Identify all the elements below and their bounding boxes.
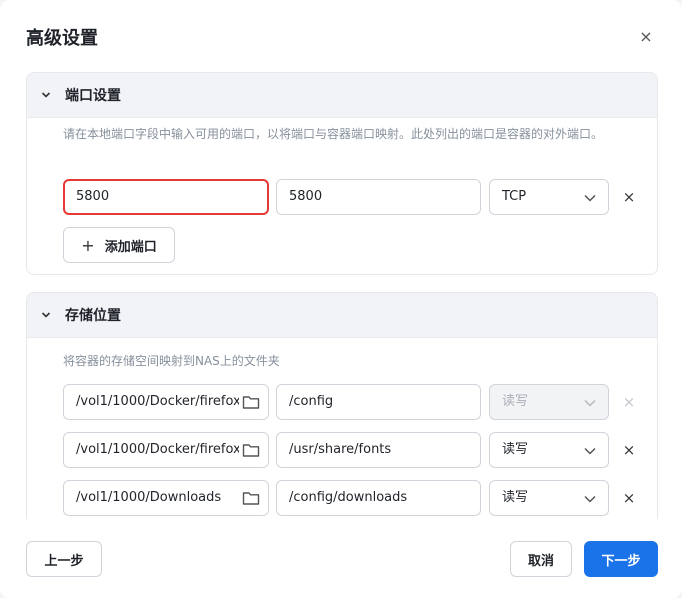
select-arrow-icon: [584, 447, 596, 455]
chevron-down-icon: [41, 312, 51, 318]
add-port-button[interactable]: + 添加端口: [63, 227, 175, 263]
container-path-value: /config/downloads: [289, 490, 408, 505]
mode-value: 读写: [502, 490, 529, 505]
host-path-value: /vol1/1000/Docker/firefox: [76, 394, 239, 409]
remove-port-button[interactable]: ×: [621, 189, 637, 205]
close-icon[interactable]: ×: [636, 27, 656, 47]
local-port-value: 5800: [76, 189, 110, 204]
container-path-input[interactable]: /config: [276, 384, 481, 420]
folder-icon[interactable]: [242, 490, 260, 506]
mode-select[interactable]: 读写: [489, 480, 609, 516]
folder-icon[interactable]: [242, 442, 260, 458]
select-arrow-icon: [584, 194, 596, 202]
dialog-content: 端口设置 请在本地端口字段中输入可用的端口，以将端口与容器端口映射。此处列出的端…: [26, 72, 658, 519]
next-step-button[interactable]: 下一步: [584, 541, 658, 577]
mode-value: 读写: [502, 394, 529, 409]
add-port-label: 添加端口: [104, 239, 157, 255]
container-path-value: /config: [289, 394, 334, 409]
host-path-value: /vol1/1000/Docker/firefox: [76, 442, 239, 457]
storage-description: 将容器的存储空间映射到NAS上的文件夹: [63, 354, 280, 368]
advanced-settings-dialog: 高级设置 × 端口设置 请在本地端口字段中输入可用的端口，以将端口与容器端口映射…: [0, 0, 682, 598]
storage-section: 存储位置 将容器的存储空间映射到NAS上的文件夹 /vol1/1000/Dock…: [26, 292, 658, 519]
container-path-value: /usr/share/fonts: [289, 442, 392, 457]
folder-icon[interactable]: [242, 394, 260, 410]
chevron-down-icon: [41, 92, 51, 98]
port-settings-section: 端口设置 请在本地端口字段中输入可用的端口，以将端口与容器端口映射。此处列出的端…: [26, 72, 658, 275]
previous-step-button[interactable]: 上一步: [26, 541, 102, 577]
container-path-input[interactable]: /usr/share/fonts: [276, 432, 481, 468]
host-path-input[interactable]: /vol1/1000/Downloads: [63, 480, 269, 516]
protocol-select[interactable]: TCP: [489, 179, 609, 215]
storage-title: 存储位置: [65, 308, 121, 324]
storage-header[interactable]: 存储位置: [27, 293, 657, 338]
port-settings-description: 请在本地端口字段中输入可用的端口，以将端口与容器端口映射。此处列出的端口是容器的…: [63, 127, 604, 141]
port-settings-title: 端口设置: [65, 88, 121, 104]
remove-storage-button[interactable]: ×: [621, 490, 637, 506]
host-path-value: /vol1/1000/Downloads: [76, 490, 222, 505]
select-arrow-icon: [584, 495, 596, 503]
port-settings-header[interactable]: 端口设置: [27, 73, 657, 118]
plus-icon: +: [81, 235, 95, 255]
cancel-button[interactable]: 取消: [510, 541, 572, 577]
container-port-value: 5800: [289, 189, 323, 204]
container-port-input[interactable]: 5800: [276, 179, 481, 215]
mode-select: 读写: [489, 384, 609, 420]
select-arrow-icon: [584, 399, 596, 407]
host-path-input[interactable]: /vol1/1000/Docker/firefox: [63, 384, 269, 420]
mode-value: 读写: [502, 442, 529, 457]
remove-storage-button[interactable]: ×: [621, 442, 637, 458]
mode-select[interactable]: 读写: [489, 432, 609, 468]
container-path-input[interactable]: /config/downloads: [276, 480, 481, 516]
dialog-title: 高级设置: [26, 28, 98, 49]
protocol-value: TCP: [502, 189, 527, 204]
remove-storage-button: ×: [622, 393, 636, 411]
local-port-input[interactable]: 5800: [63, 179, 269, 215]
host-path-input[interactable]: /vol1/1000/Docker/firefox: [63, 432, 269, 468]
